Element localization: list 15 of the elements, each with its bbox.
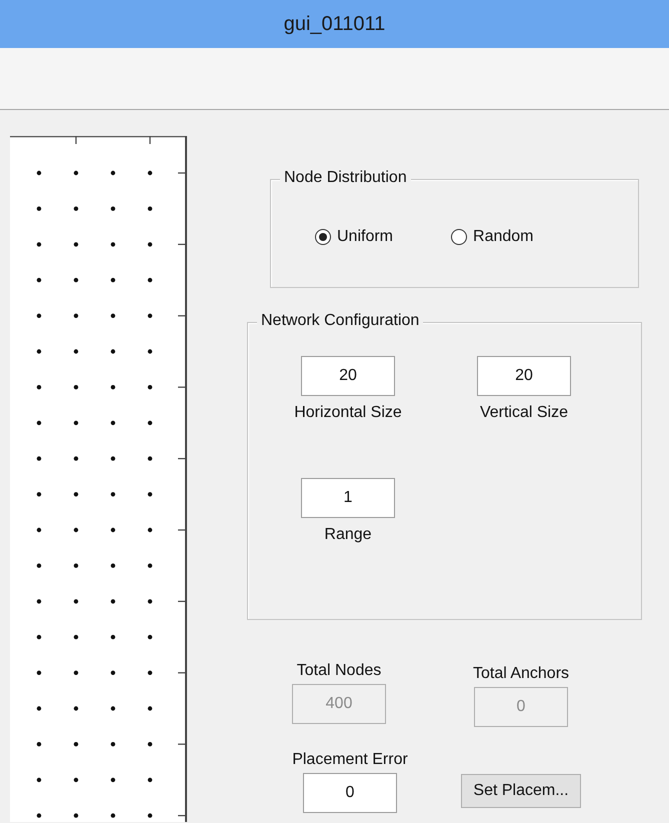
input-field[interactable]: 20 [301, 356, 395, 396]
radio-button[interactable]: Random [451, 228, 534, 246]
field-label: Total Anchors [472, 665, 570, 683]
field-label: Horizontal Size [294, 404, 402, 422]
window-title: gui_011011 [284, 12, 386, 36]
radio-button[interactable]: Uniform [315, 228, 394, 246]
field-label: Placement Error [292, 751, 408, 769]
field-label: Total Nodes [296, 662, 382, 680]
group-title: Network Configuration [257, 312, 424, 330]
input-field[interactable]: 1 [301, 478, 395, 518]
input-field[interactable]: 20 [477, 356, 571, 396]
input-field[interactable]: 0 [303, 773, 397, 813]
field-label: Range [324, 526, 372, 544]
field-label: Vertical Size [480, 404, 568, 422]
set-placement-button[interactable]: Set Placem... [461, 774, 581, 808]
